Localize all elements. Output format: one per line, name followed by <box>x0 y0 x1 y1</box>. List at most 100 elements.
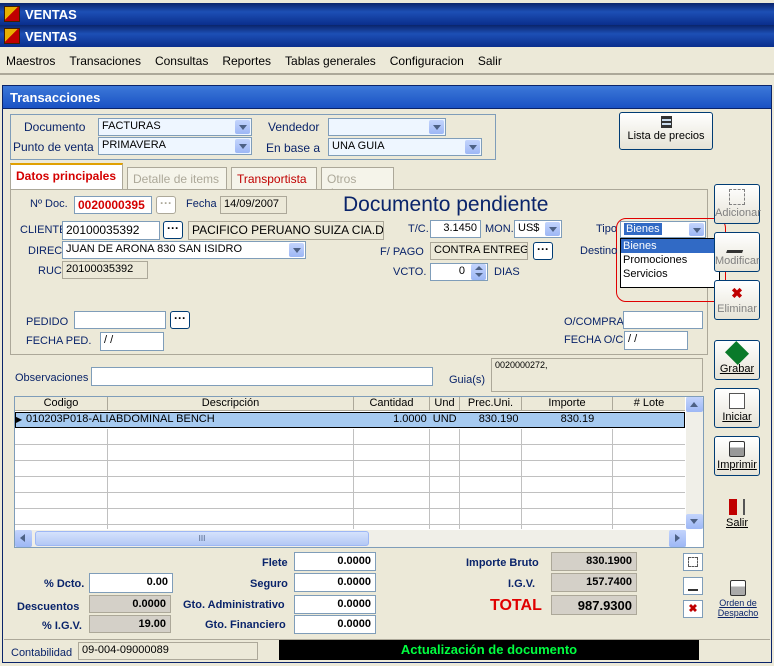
flete-field[interactable]: 0.0000 <box>294 552 376 571</box>
chevron-down-icon <box>289 243 304 257</box>
en-base-combo[interactable]: UNA GUIA <box>328 138 482 156</box>
menu-divider <box>0 73 774 75</box>
menu-tablas-generales[interactable]: Tablas generales <box>285 54 376 68</box>
seguro-label: Seguro <box>250 578 288 590</box>
exit-door-icon <box>729 499 745 515</box>
scroll-up-icon[interactable] <box>686 397 703 412</box>
col-cantidad[interactable]: Cantidad <box>354 397 430 410</box>
en-base-label: En base a <box>266 141 321 155</box>
moneda-value: US$ <box>518 222 540 234</box>
save-icon <box>724 340 750 366</box>
eliminar-button[interactable]: ✖ Eliminar <box>714 280 760 320</box>
contabilidad-field: 09-004-09000089 <box>78 642 258 660</box>
iniciar-button[interactable]: Iniciar <box>714 388 760 428</box>
add-extra-button[interactable] <box>683 553 703 571</box>
delete-extra-button[interactable]: ✖ <box>683 600 703 618</box>
col-lote[interactable]: # Lote <box>613 397 685 410</box>
window-titlebar[interactable]: VENTAS <box>0 25 774 47</box>
tab-detalle-items[interactable]: Detalle de items <box>127 167 227 189</box>
cell-descripcion: ABDOMINAL BENCH <box>108 413 215 425</box>
imprimir-button[interactable]: Imprimir <box>714 436 760 476</box>
spinner-arrows-icon[interactable] <box>471 264 486 280</box>
col-codigo[interactable]: Codigo <box>15 397 108 410</box>
menu-transacciones[interactable]: Transaciones <box>69 54 141 68</box>
tab-otros-datos[interactable]: Otros datos <box>321 167 394 200</box>
tipo-label: Tipo <box>596 223 617 235</box>
scroll-left-icon[interactable] <box>15 530 32 547</box>
table-row[interactable]: ▶ 010203P018-ALI ABDOMINAL BENCH 1.0000 … <box>15 412 685 428</box>
pedido-field[interactable] <box>74 311 166 329</box>
ocompra-field[interactable] <box>623 311 703 329</box>
modificar-label: Modificar <box>715 255 760 267</box>
observaciones-field[interactable] <box>91 367 433 386</box>
fpago-label: F/ PAGO <box>380 246 424 258</box>
direccion-value: JUAN DE ARONA 830 SAN ISIDRO <box>66 243 243 255</box>
gto-financiero-label: Gto. Financiero <box>205 619 286 631</box>
edit-extra-button[interactable] <box>683 577 703 595</box>
menu-consultas[interactable]: Consultas <box>155 54 208 68</box>
cliente-code-field[interactable]: 20100035392 <box>62 221 160 240</box>
vendedor-combo[interactable] <box>328 118 446 136</box>
flete-label: Flete <box>262 557 288 569</box>
menu-reportes[interactable]: Reportes <box>222 54 271 68</box>
pedido-lookup-button[interactable]: ··· <box>170 311 190 329</box>
cliente-lookup-button[interactable]: ··· <box>163 221 183 239</box>
chevron-down-icon <box>235 139 250 153</box>
dcto-label: % Dcto. <box>44 578 85 590</box>
scroll-right-icon[interactable] <box>669 530 686 547</box>
dias-label: DIAS <box>494 266 520 278</box>
direccion-combo[interactable]: JUAN DE ARONA 830 SAN ISIDRO <box>62 241 306 259</box>
ruc-field: 20100035392 <box>62 261 148 279</box>
hscroll-thumb[interactable]: III <box>35 531 369 546</box>
punto-venta-label: Punto de venta <box>13 140 94 154</box>
tc-field[interactable]: 3.1450 <box>430 220 481 238</box>
document-status: Documento pendiente <box>343 193 549 216</box>
punto-venta-value: PRIMAVERA <box>102 139 166 151</box>
scroll-down-icon[interactable] <box>686 514 703 529</box>
menu-configuracion[interactable]: Configuracion <box>390 54 464 68</box>
tab-datos-principales[interactable]: Datos principales <box>10 163 123 190</box>
lista-precios-button[interactable]: Lista de precios <box>619 112 713 150</box>
grabar-button[interactable]: Grabar <box>714 340 760 380</box>
descuentos-field: 0.0000 <box>89 595 171 613</box>
documento-combo[interactable]: FACTURAS <box>98 118 252 136</box>
vendedor-label: Vendedor <box>268 120 320 134</box>
gto-administrativo-field[interactable]: 0.0000 <box>294 595 376 614</box>
destino-label: Destino <box>580 245 618 257</box>
col-prec-uni[interactable]: Prec.Uni. <box>460 397 522 410</box>
salir-button[interactable]: Salir <box>714 494 760 534</box>
en-base-value: UNA GUIA <box>332 140 385 152</box>
menu-maestros[interactable]: Maestros <box>6 54 55 68</box>
cliente-name: PACIFICO PERUANO SUIZA CIA.DE <box>188 221 384 240</box>
fpago-lookup-button[interactable]: ··· <box>533 242 553 260</box>
edit-icon <box>726 237 748 253</box>
col-descripcion[interactable]: Descripción <box>108 397 354 410</box>
grid-hscrollbar[interactable]: III <box>15 530 686 547</box>
orden-despacho-button[interactable]: Orden de Despacho <box>714 580 762 626</box>
ndoc-field[interactable]: 0020000395 <box>74 196 152 214</box>
guias-label: Guia(s) <box>449 374 486 386</box>
dcto-field[interactable]: 0.00 <box>89 573 173 593</box>
gto-financiero-field[interactable]: 0.0000 <box>294 615 376 634</box>
grid-vscrollbar[interactable] <box>686 397 703 529</box>
tab-transportista[interactable]: Transportista <box>231 167 317 189</box>
seguro-field[interactable]: 0.0000 <box>294 573 376 592</box>
add-icon <box>729 189 745 205</box>
punto-venta-combo[interactable]: PRIMAVERA <box>98 137 252 155</box>
app-icon <box>4 6 20 22</box>
fecha-ped-field[interactable]: / / <box>100 332 164 351</box>
igv-field: 157.7400 <box>551 573 637 592</box>
ndoc-lookup-button[interactable]: ··· <box>156 196 176 214</box>
col-und[interactable]: Und <box>430 397 460 410</box>
modificar-button[interactable]: Modificar <box>714 232 760 272</box>
adicionar-button[interactable]: Adicionar <box>714 184 761 224</box>
direc-label: DIREC. <box>28 245 66 257</box>
add-icon <box>688 557 698 567</box>
moneda-combo[interactable]: US$ <box>514 220 562 238</box>
igv-pct-field: 19.00 <box>89 615 171 633</box>
fecha-oc-field[interactable]: / / <box>624 331 688 350</box>
menu-salir[interactable]: Salir <box>478 54 502 68</box>
col-importe[interactable]: Importe <box>522 397 613 410</box>
cell-importe: 830.19 <box>560 413 595 425</box>
imprimir-label: Imprimir <box>717 459 757 471</box>
